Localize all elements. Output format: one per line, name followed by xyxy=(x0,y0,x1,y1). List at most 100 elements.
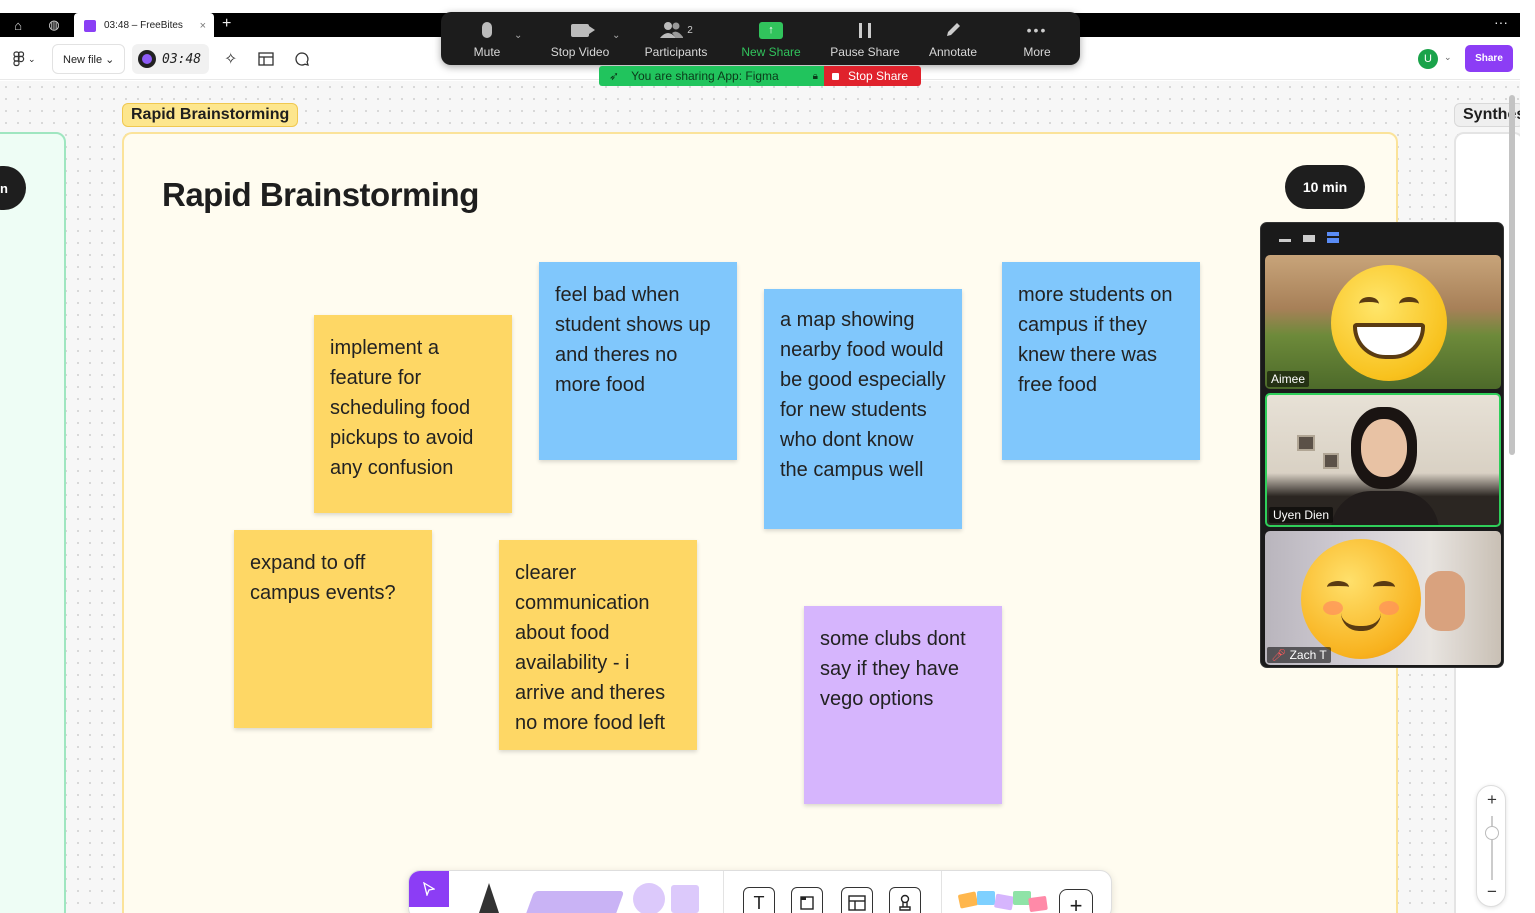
person-face xyxy=(1361,419,1407,477)
sticky-note[interactable]: implement a feature for scheduling food … xyxy=(314,315,512,513)
minimize-icon[interactable] xyxy=(1279,239,1291,242)
square-shape-icon[interactable] xyxy=(671,885,699,913)
video-tile-zach-t[interactable]: 🎤︎ Zach T xyxy=(1265,531,1501,665)
mute-label: Mute xyxy=(473,45,501,59)
circle-shape-icon[interactable] xyxy=(633,883,665,913)
chevron-down-icon: ⌄ xyxy=(28,53,36,64)
chevron-down-icon[interactable]: ⌄ xyxy=(514,30,522,41)
figma-logo-icon xyxy=(13,51,25,67)
stop-share-label: Stop Share xyxy=(848,69,909,83)
figma-menu-button[interactable]: ⌄ xyxy=(12,44,36,74)
participant-name: Uyen Dien xyxy=(1269,507,1334,523)
frame-label[interactable]: Rapid Brainstorming xyxy=(122,103,299,127)
timer-widget[interactable]: 03:48 xyxy=(132,44,210,74)
video-camera-icon xyxy=(571,18,595,42)
timer-value: 03:48 xyxy=(162,51,202,67)
pen-tool-icon[interactable] xyxy=(479,883,499,913)
stop-video-button[interactable]: Stop Video xyxy=(545,12,615,65)
zoom-share-icon: ➶ xyxy=(609,69,620,83)
left-frame[interactable] xyxy=(0,132,66,913)
figma-tab-icon xyxy=(84,19,96,32)
text-tool-icon[interactable]: T xyxy=(743,887,775,913)
participant-name: Zach T xyxy=(1289,648,1327,662)
washi-tape-tool-icon[interactable] xyxy=(519,891,625,913)
participant-count: 2 xyxy=(687,24,693,36)
pause-share-label: Pause Share xyxy=(830,45,900,59)
sharing-status-banner: ➶ You are sharing App: Figma 🔒︎ xyxy=(599,66,824,86)
home-icon[interactable]: ⌂ xyxy=(0,13,36,37)
chevron-down-icon[interactable]: ⌄ xyxy=(612,30,620,41)
zoom-meeting-bar: Mute ⌄ Stop Video ⌄ 2 Participants ↑ New… xyxy=(441,12,1080,65)
person-body xyxy=(1331,491,1439,525)
annotate-label: Annotate xyxy=(928,45,978,59)
new-file-button[interactable]: New file ⌄ xyxy=(52,44,126,74)
toolbar-divider xyxy=(723,871,724,913)
zoom-out-button[interactable]: − xyxy=(1477,882,1507,902)
stamp-tool-icon[interactable] xyxy=(889,887,921,913)
grinning-emoji-icon xyxy=(1331,265,1447,381)
sticky-note[interactable]: feel bad when student shows up and there… xyxy=(539,262,737,460)
muted-mic-icon: 🎤︎ xyxy=(1271,648,1287,662)
tab-title: 03:48 – FreeBites xyxy=(104,20,183,31)
time-pill[interactable]: 10 min xyxy=(1285,165,1365,209)
globe-icon[interactable]: ◍ xyxy=(36,13,72,37)
close-icon[interactable]: × xyxy=(200,20,206,32)
zoom-in-button[interactable]: + xyxy=(1477,790,1507,810)
participants-button[interactable]: 2 Participants xyxy=(639,12,713,65)
toolbar-divider xyxy=(941,871,942,913)
sticky-note[interactable]: a map showing nearby food would be good … xyxy=(764,289,962,529)
stop-video-label: Stop Video xyxy=(550,45,610,59)
gallery-view-icon[interactable] xyxy=(1327,232,1339,243)
annotate-button[interactable]: Annotate xyxy=(925,12,981,65)
smiling-emoji-icon xyxy=(1301,539,1421,659)
video-gallery-panel: Aimee Uyen Dien 🎤︎ Zach T xyxy=(1260,222,1504,668)
sharing-status-text: You are sharing App: Figma xyxy=(631,69,779,83)
more-icon[interactable]: ··· xyxy=(1494,13,1508,31)
table-tool-icon[interactable] xyxy=(841,887,873,913)
new-tab-button[interactable]: + xyxy=(222,13,231,37)
stickers-widget-icon[interactable] xyxy=(957,889,1048,913)
user-avatar[interactable]: U xyxy=(1418,49,1438,69)
select-tool-button[interactable] xyxy=(409,871,449,907)
browser-tab[interactable]: 03:48 – FreeBites × xyxy=(74,13,214,38)
participants-icon: 2 xyxy=(659,18,693,42)
more-button[interactable]: ••• More xyxy=(1015,12,1059,65)
sticky-note[interactable]: clearer communication about food availab… xyxy=(499,540,697,750)
window-edge xyxy=(1520,0,1535,913)
participants-label: Participants xyxy=(644,45,708,59)
single-view-icon[interactable] xyxy=(1303,235,1315,242)
new-share-button[interactable]: ↑ New Share xyxy=(739,12,803,65)
brainstorm-frame[interactable] xyxy=(122,132,1398,913)
zoom-slider-handle[interactable] xyxy=(1485,826,1499,840)
participant-name: Aimee xyxy=(1267,371,1310,387)
comment-icon[interactable] xyxy=(294,44,310,74)
more-dots-icon: ••• xyxy=(1026,22,1048,38)
thumbs-up-hand xyxy=(1425,571,1465,631)
frame-title[interactable]: Rapid Brainstorming xyxy=(162,176,479,214)
lock-icon: 🔒︎ xyxy=(812,70,818,82)
bottom-toolbar: T + xyxy=(408,870,1112,913)
vertical-scrollbar[interactable] xyxy=(1509,95,1515,455)
sticky-note[interactable]: more students on campus if they knew the… xyxy=(1002,262,1200,460)
layout-icon[interactable] xyxy=(258,44,274,74)
stop-share-button[interactable]: Stop Share xyxy=(824,66,921,86)
stop-icon xyxy=(832,72,839,80)
sticky-note[interactable]: some clubs dont say if they have vego op… xyxy=(804,606,1002,804)
share-button[interactable]: Share xyxy=(1465,45,1513,72)
video-tile-aimee[interactable]: Aimee xyxy=(1265,255,1501,389)
video-tile-uyen-dien[interactable]: Uyen Dien xyxy=(1265,393,1501,527)
ai-sparkle-icon[interactable]: ✧ xyxy=(224,44,237,74)
share-screen-icon: ↑ xyxy=(759,18,783,42)
cursor-icon xyxy=(423,882,435,896)
participant-name-muted: 🎤︎ Zach T xyxy=(1267,647,1331,663)
new-share-label: New Share xyxy=(741,45,801,59)
add-more-button[interactable]: + xyxy=(1059,889,1093,913)
more-label: More xyxy=(1023,45,1051,59)
mute-button[interactable]: Mute xyxy=(467,12,507,65)
sticky-note[interactable]: expand to off campus events? xyxy=(234,530,432,728)
pause-share-button[interactable]: Pause Share xyxy=(827,12,903,65)
chevron-down-icon[interactable]: ⌄ xyxy=(1444,52,1452,63)
canvas-zoom-control: + − xyxy=(1476,785,1506,907)
timer-icon xyxy=(138,50,156,68)
section-tool-icon[interactable] xyxy=(791,887,823,913)
